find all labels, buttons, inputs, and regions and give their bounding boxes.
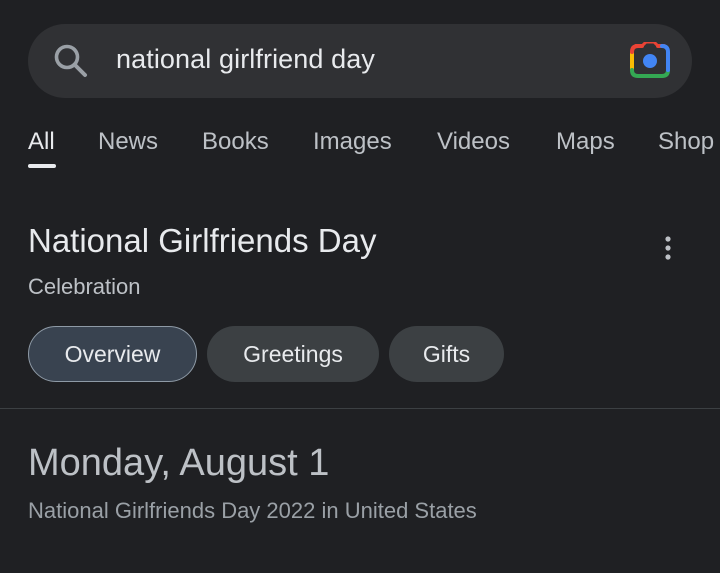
search-tabs: All News Books Images Videos Maps Shop bbox=[0, 128, 720, 172]
search-bar[interactable]: national girlfriend day bbox=[28, 24, 692, 98]
tab-shop[interactable]: Shop bbox=[658, 128, 714, 156]
section-divider bbox=[0, 408, 720, 409]
knowledge-panel-title: National Girlfriends Day bbox=[28, 222, 377, 259]
date-detail: National Girlfriends Day 2022 in United … bbox=[28, 498, 477, 523]
date-heading: Monday, August 1 bbox=[28, 442, 330, 484]
tab-videos[interactable]: Videos bbox=[437, 128, 510, 156]
tab-images[interactable]: Images bbox=[313, 128, 392, 156]
tab-books[interactable]: Books bbox=[202, 128, 269, 156]
search-input[interactable]: national girlfriend day bbox=[116, 44, 375, 75]
active-tab-indicator bbox=[28, 164, 56, 168]
tab-maps[interactable]: Maps bbox=[556, 128, 615, 156]
tab-all[interactable]: All bbox=[28, 128, 55, 156]
chip-gifts[interactable]: Gifts bbox=[389, 326, 504, 382]
search-icon[interactable] bbox=[52, 42, 90, 80]
tab-news[interactable]: News bbox=[98, 128, 158, 156]
search-results-page: national girlfriend day All News Books I… bbox=[0, 0, 720, 573]
chip-overview[interactable]: Overview bbox=[28, 326, 197, 382]
more-vert-icon[interactable] bbox=[660, 234, 676, 262]
chip-greetings[interactable]: Greetings bbox=[207, 326, 379, 382]
google-lens-icon[interactable] bbox=[630, 42, 670, 78]
knowledge-panel-subtitle: Celebration bbox=[28, 274, 141, 299]
